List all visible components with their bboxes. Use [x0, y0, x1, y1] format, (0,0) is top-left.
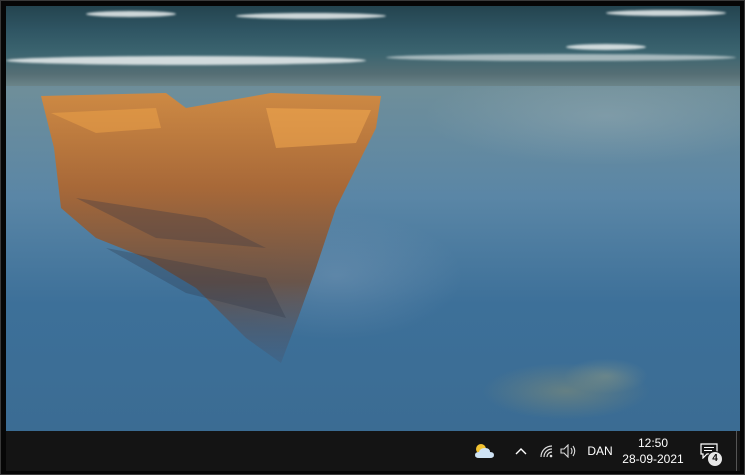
- desktop-wallpaper[interactable]: [6, 6, 740, 431]
- partly-cloudy-icon: [475, 444, 494, 458]
- speaker-icon: [560, 444, 576, 458]
- screen: DAN 12:50 28-09-2021 4: [0, 0, 745, 475]
- chevron-up-icon: [515, 448, 527, 455]
- wave-foam: [386, 54, 736, 61]
- wave-foam: [606, 10, 726, 16]
- taskbar: DAN 12:50 28-09-2021 4: [6, 431, 740, 471]
- network-button[interactable]: [537, 441, 557, 461]
- wave-foam: [6, 56, 366, 65]
- wave-foam: [566, 44, 646, 50]
- wave-foam: [86, 11, 176, 17]
- notification-count-badge: 4: [707, 451, 723, 467]
- volume-button[interactable]: [559, 441, 579, 461]
- input-language-button[interactable]: DAN: [584, 441, 616, 461]
- clock-time: 12:50: [637, 436, 669, 450]
- wifi-icon: [540, 445, 553, 458]
- tower-reflection: [41, 93, 381, 363]
- clock-date: 28-09-2021: [622, 452, 684, 466]
- show-hidden-icons-button[interactable]: [511, 441, 531, 461]
- show-desktop-button[interactable]: [736, 431, 741, 471]
- weather-widget[interactable]: [472, 439, 498, 463]
- wave-foam: [236, 13, 386, 19]
- clock-button[interactable]: 12:50 28-09-2021: [618, 434, 688, 468]
- language-indicator: DAN: [587, 444, 613, 458]
